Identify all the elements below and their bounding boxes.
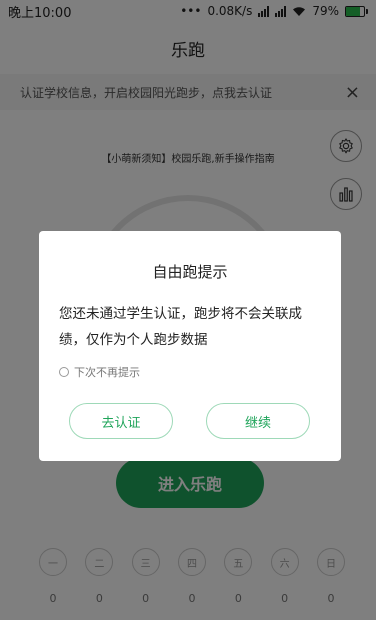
go-verify-button[interactable]: 去认证 bbox=[69, 403, 173, 439]
dialog-message: 您还未通过学生认证，跑步将不会关联成绩，仅作为个人跑步数据 bbox=[59, 306, 302, 348]
checkbox-label: 下次不再提示 bbox=[74, 366, 140, 379]
dialog-title: 自由跑提示 bbox=[152, 263, 228, 281]
radio-icon[interactable] bbox=[59, 367, 69, 377]
continue-button[interactable]: 继续 bbox=[206, 403, 310, 439]
dont-show-again-checkbox[interactable]: 下次不再提示 bbox=[59, 364, 140, 380]
free-run-dialog: 自由跑提示 您还未通过学生认证，跑步将不会关联成绩，仅作为个人跑步数据 下次不再… bbox=[39, 231, 341, 461]
